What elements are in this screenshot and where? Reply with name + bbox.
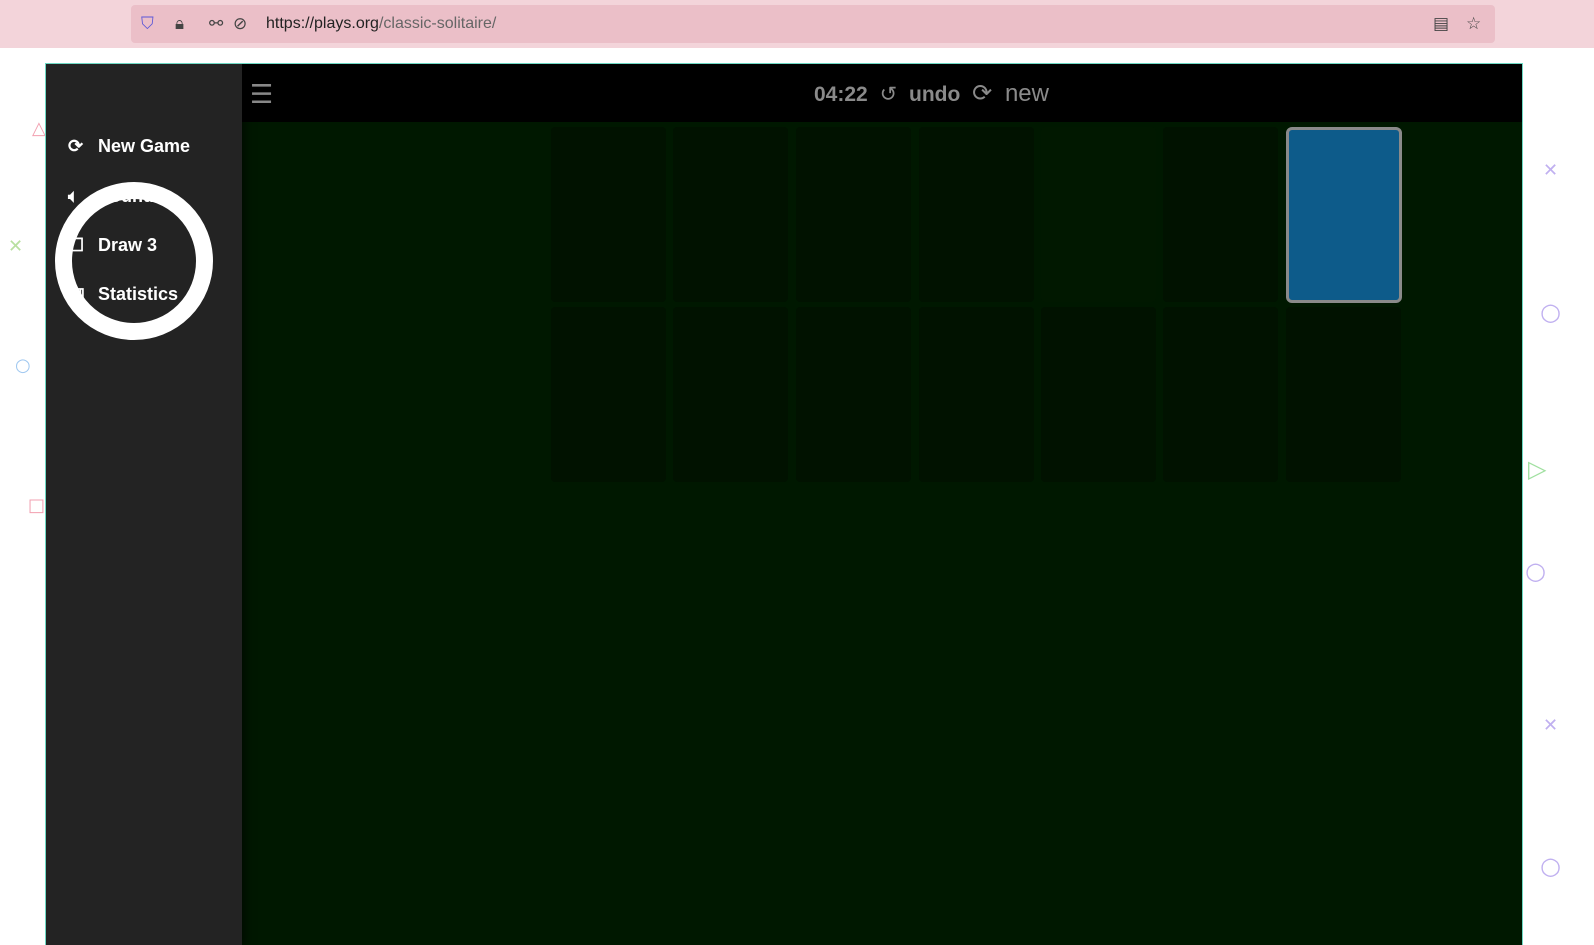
new-game-button[interactable]: ⟳ new [972,80,1055,107]
address-bar[interactable]: ⛉ 🔒︎ ⚯ ⊘ https://plays.org/classic-solit… [131,5,1495,43]
bookmark-star-icon[interactable]: ☆ [1466,14,1481,34]
click-highlight-ring [55,182,213,340]
tableau-slot[interactable] [1286,307,1401,482]
decor-circle-icon: ○ [1540,852,1561,880]
waste-slot[interactable] [1163,127,1278,302]
undo-button[interactable]: ↺ undo [880,83,961,106]
url-text[interactable]: https://plays.org/classic-solitaire/ [266,15,496,33]
tableau-slot[interactable] [919,307,1034,482]
reader-view-icon[interactable]: ▤ [1433,14,1449,34]
sidebar-item-new-game[interactable]: ⟳ New Game [68,136,190,157]
decor-x-icon: ✕ [8,236,24,257]
timer: 04:22 [814,83,868,106]
game-header: ☰ 04:22 ↺ undo ⟳ new [242,64,1522,122]
tableau-slot[interactable] [551,307,666,482]
sidebar-menu: ⟳ New Game 🔈︎ Sound ☐ Draw 3 ▥ Statistics [46,64,242,945]
decor-x-icon: ✕ [1543,160,1559,181]
foundation-slot[interactable] [673,127,788,302]
shield-icon[interactable]: ⛉ [141,14,154,34]
label: undo [909,83,961,106]
tableau-slot[interactable] [1163,307,1278,482]
undo-icon: ↺ [879,83,898,106]
foundation-slot[interactable] [551,127,666,302]
foundation-slot[interactable] [919,127,1034,302]
permissions-icon[interactable]: ⚯ [209,14,223,34]
decor-square-icon: □ [28,495,46,516]
tableau-slot[interactable] [673,307,788,482]
game-frame: ⟳ New Game 🔈︎ Sound ☐ Draw 3 ▥ Statistics ☰ … [45,63,1523,945]
decor-triangle-icon: △ [32,118,46,139]
tableau-slot[interactable] [796,307,911,482]
tableau-slot[interactable] [1041,307,1156,482]
refresh-icon: ⟳ [68,136,84,156]
browser-toolbar: ⛉ 🔒︎ ⚯ ⊘ https://plays.org/classic-solit… [0,0,1594,48]
empty-area [1041,127,1156,302]
decor-circle-icon: ○ [15,355,31,376]
decor-x-icon: ✕ [1543,715,1559,736]
decor-circle-icon: ○ [1525,557,1546,585]
foundation-slot[interactable] [796,127,911,302]
tracking-off-icon[interactable]: ⊘ [233,14,247,34]
stock-card-back[interactable] [1286,127,1402,303]
label: New Game [98,136,191,156]
label: new [1004,80,1049,107]
decor-triangle-icon: ▷ [1528,455,1547,483]
refresh-icon: ⟳ [972,80,993,107]
hamburger-menu-icon[interactable]: ☰ [250,80,273,110]
decor-circle-icon: ○ [1540,298,1561,326]
lock-icon[interactable]: 🔒︎ [175,14,184,34]
